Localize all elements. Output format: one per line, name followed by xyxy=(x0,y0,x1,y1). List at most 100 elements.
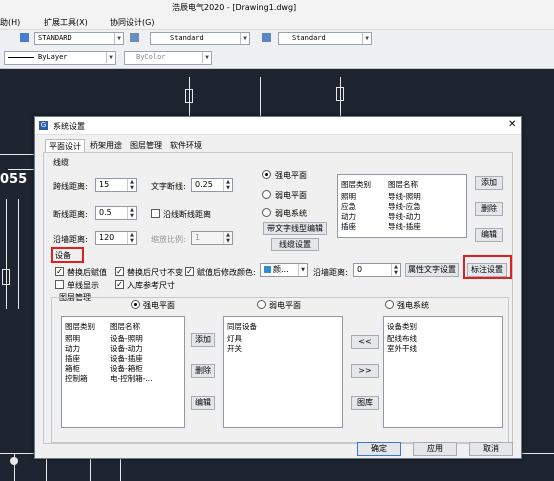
assign-color-label: 赋值后修改颜色: xyxy=(197,268,256,277)
wire-line xyxy=(8,169,34,170)
table-header: 图层类别 xyxy=(65,322,95,331)
menu-bar: 助(H) 扩展工具(X) 协同设计(G) xyxy=(0,14,554,30)
canvas-label: 055 xyxy=(0,172,28,187)
app-titlebar: 浩辰电气2020 - [Drawing1.dwg] xyxy=(0,0,554,14)
equip-wall-distance-input[interactable]: 0 ▲ ▼ xyxy=(353,263,401,277)
single-line-checkbox[interactable] xyxy=(55,280,64,289)
wall-distance-label: 沿墙距离: xyxy=(53,235,88,244)
linetype-select[interactable]: ByLayer ▼ xyxy=(4,51,116,65)
layer-add-button[interactable]: 添加 xyxy=(191,333,215,347)
move-left-button[interactable]: << xyxy=(351,335,379,349)
span-distance-input[interactable]: 15 ▲ ▼ xyxy=(95,178,137,192)
layer-radio-strong-system[interactable] xyxy=(385,300,394,309)
table-cell: 插座 xyxy=(341,222,356,231)
node-dot xyxy=(10,457,18,465)
tab-tray-usage[interactable]: 桥架用途 xyxy=(87,139,125,153)
layer-radio-strong-plane[interactable] xyxy=(131,300,140,309)
color-picker[interactable]: 颜... ▼ xyxy=(260,263,308,277)
apply-button[interactable]: 应用 xyxy=(413,442,457,456)
equipment-layer-table[interactable]: 图层类别 图层名称 照明 设备-照明 动力 设备-动力 插座 设备-插座 箱柜 … xyxy=(61,316,185,428)
along-break-label: 沿线断线距离 xyxy=(163,210,211,219)
layer-radio-weak-plane-label: 弱电平面 xyxy=(269,301,301,310)
scale-label: 缩放比例: xyxy=(151,235,186,244)
wire-delete-button[interactable]: 删除 xyxy=(475,202,503,216)
wire-line xyxy=(18,199,19,309)
list-header: 设备类别 xyxy=(387,322,417,331)
wire-line xyxy=(0,154,34,155)
tab-plane-design[interactable]: 平面设计 xyxy=(45,139,85,153)
attr-text-settings-button[interactable]: 属性文字设置 xyxy=(405,263,459,277)
equipment-section-label: 设备 xyxy=(55,251,71,260)
layer-edit-button[interactable]: 编辑 xyxy=(191,396,215,410)
wall-distance-input[interactable]: 120 ▲ ▼ xyxy=(95,231,137,245)
cancel-button[interactable]: 取消 xyxy=(469,442,513,456)
dialog-titlebar: G 系统设置 ✕ xyxy=(35,117,521,135)
radio-weak-system-label: 弱电系统 xyxy=(275,209,307,218)
app-logo-icon: G xyxy=(39,121,48,130)
list-item: 室外干线 xyxy=(387,344,417,353)
scale-input[interactable]: 1 ▲ ▼ xyxy=(191,231,233,245)
color-select[interactable]: ByColor ▼ xyxy=(124,51,212,65)
dim-settings-button[interactable]: 标注设置 xyxy=(467,263,507,277)
list-header: 同层设备 xyxy=(227,322,257,331)
same-layer-equipment-list[interactable]: 同层设备 灯具 开关 xyxy=(223,316,343,428)
close-icon[interactable]: ✕ xyxy=(508,119,516,130)
dim-style-select[interactable]: Standard ▼ xyxy=(150,32,250,45)
wire-line xyxy=(260,77,261,119)
ref-size-checkbox[interactable]: ✓ xyxy=(115,280,124,289)
menu-extension-tools[interactable]: 扩展工具(X) xyxy=(44,17,88,28)
layer-delete-button[interactable]: 删除 xyxy=(191,364,215,378)
symbol-box xyxy=(2,269,10,285)
wire-settings-button[interactable]: 线缆设置 xyxy=(271,238,319,251)
menu-help[interactable]: 助(H) xyxy=(0,17,20,28)
text-style-icon xyxy=(20,33,29,42)
ok-button[interactable]: 确定 xyxy=(357,442,401,456)
library-button[interactable]: 图库 xyxy=(351,396,379,410)
radio-weak-plane[interactable] xyxy=(262,190,271,199)
radio-weak-system[interactable] xyxy=(262,208,271,217)
break-distance-input[interactable]: 0.5 ▲ ▼ xyxy=(95,206,137,220)
equipment-category-list[interactable]: 设备类别 配线布线 室外干线 xyxy=(383,316,503,428)
single-line-label: 单线显示 xyxy=(67,281,99,290)
table-style-icon xyxy=(262,33,271,42)
text-break-input[interactable]: 0.25 ▲ ▼ xyxy=(191,178,233,192)
assign-color-checkbox[interactable]: ✓ xyxy=(185,267,194,276)
radio-strong-plane[interactable] xyxy=(262,170,271,179)
table-style-select[interactable]: Standard ▼ xyxy=(278,32,372,45)
wire-layer-table[interactable]: 图层类别 图层名称 照明 导线-照明 应急 导线-应急 动力 导线-动力 插座 … xyxy=(337,174,467,238)
wire-line xyxy=(6,199,7,309)
wiring-section-label: 线缆 xyxy=(53,158,69,167)
table-header: 图层类别 xyxy=(341,180,371,189)
replace-assign-label: 替换后赋值 xyxy=(67,268,107,277)
replace-keep-size-checkbox[interactable]: ✓ xyxy=(115,267,124,276)
text-linetype-edit-button[interactable]: 带文字线型编辑 xyxy=(263,222,327,235)
move-right-button[interactable]: >> xyxy=(351,364,379,378)
table-header: 图层名称 xyxy=(110,322,140,331)
break-distance-label: 断线距离: xyxy=(53,210,88,219)
layer-radio-weak-plane[interactable] xyxy=(257,300,266,309)
replace-assign-checkbox[interactable]: ✓ xyxy=(55,267,64,276)
menu-collab-design[interactable]: 协同设计(G) xyxy=(110,17,154,28)
table-cell: 导线-插座 xyxy=(388,222,421,231)
radio-strong-plane-label: 强电平面 xyxy=(275,171,307,180)
tab-layer-management[interactable]: 图层管理 xyxy=(127,139,165,153)
ref-size-label: 入库参考尺寸 xyxy=(127,281,175,290)
along-break-checkbox[interactable] xyxy=(151,209,160,218)
wire-add-button[interactable]: 添加 xyxy=(475,176,503,190)
dialog-title: 系统设置 xyxy=(53,122,85,131)
equip-wall-distance-label: 沿墙距离: xyxy=(313,268,348,277)
tab-software-env[interactable]: 软件环境 xyxy=(167,139,205,153)
wire-edit-button[interactable]: 编辑 xyxy=(475,228,503,242)
system-settings-dialog: G 系统设置 ✕ 平面设计 桥架用途 图层管理 软件环境 线缆 跨线距离: 15… xyxy=(34,116,522,459)
layer-radio-strong-system-label: 强电系统 xyxy=(397,301,429,310)
span-distance-label: 跨线距离: xyxy=(53,182,88,191)
color-swatch xyxy=(264,266,271,273)
symbol-box xyxy=(336,87,344,101)
text-break-label: 文字断线: xyxy=(151,182,186,191)
text-style-select[interactable]: STANDARD ▼ xyxy=(34,32,124,45)
style-toolbar: STANDARD ▼ Standard ▼ Standard ▼ xyxy=(0,30,554,47)
table-cell: 控制箱 xyxy=(65,374,88,383)
dim-style-icon xyxy=(130,33,139,42)
table-header: 图层名称 xyxy=(388,180,418,189)
app-title: 浩辰电气2020 - [Drawing1.dwg] xyxy=(172,3,297,12)
